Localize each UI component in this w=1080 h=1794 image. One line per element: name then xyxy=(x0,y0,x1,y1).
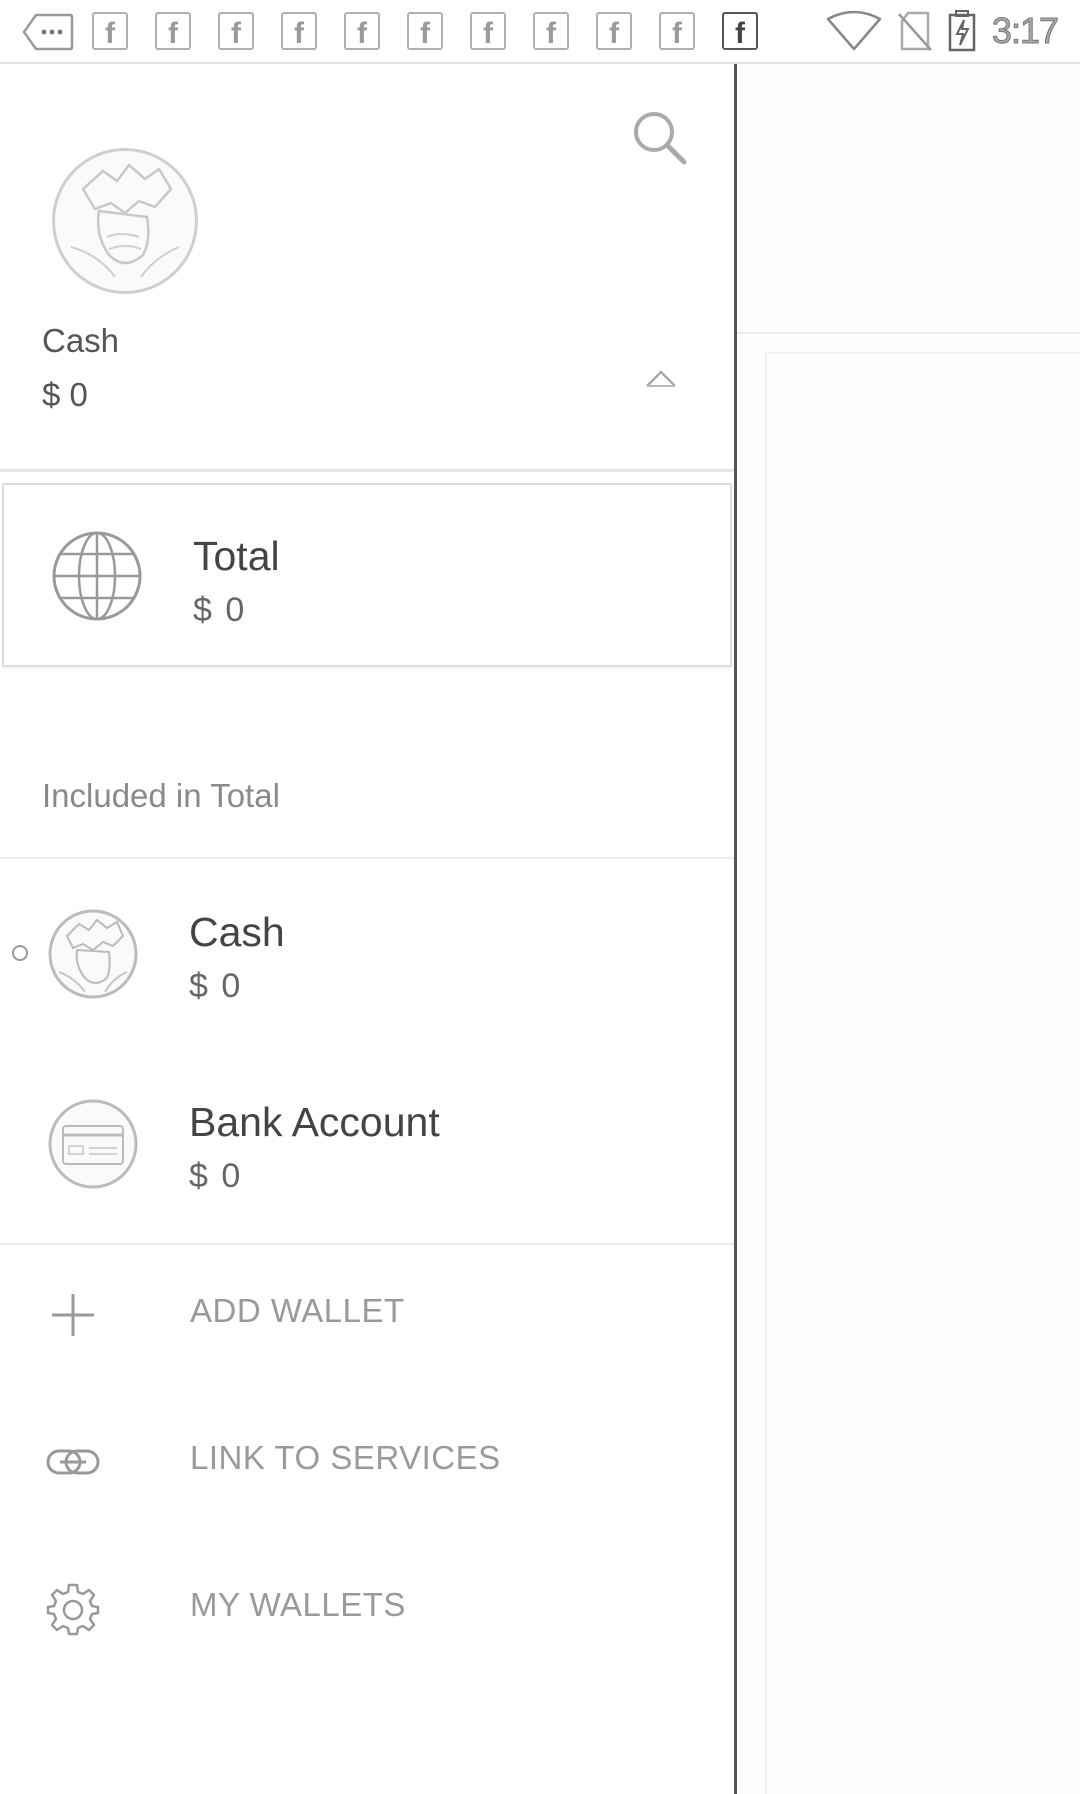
facebook-icon: f xyxy=(407,12,443,50)
wallet-name: Bank Account xyxy=(189,1099,440,1145)
search-icon[interactable] xyxy=(628,106,692,170)
battery-charging-icon xyxy=(948,10,976,52)
my-wallets-label: MY WALLETS xyxy=(190,1586,406,1623)
navigation-drawer: Cash $ 0 Total $ 0 Included in Total Cas… xyxy=(0,64,737,1794)
bank-card-icon xyxy=(48,1099,138,1189)
facebook-icon: f xyxy=(533,12,569,50)
screen: f f f f f f f f f f f 3:17 Cash $ 0 Tota… xyxy=(0,0,1080,1794)
facebook-icon: f xyxy=(722,12,758,50)
system-tray: 3:17 xyxy=(826,8,1060,54)
my-wallets-button[interactable]: MY WALLETS xyxy=(0,1548,734,1668)
facebook-icon: f xyxy=(281,12,317,50)
divider xyxy=(0,1243,734,1245)
more-icon xyxy=(22,13,74,51)
header-wallet-amount: $ 0 xyxy=(42,376,88,413)
status-bar: f f f f f f f f f f f 3:17 xyxy=(0,0,1080,64)
wallet-item-cash[interactable]: Cash $ 0 xyxy=(0,864,734,1044)
link-to-services-label: LINK TO SERVICES xyxy=(190,1439,501,1476)
globe-icon xyxy=(52,531,142,621)
total-wallet-card[interactable]: Total $ 0 xyxy=(2,483,732,667)
no-sim-icon xyxy=(897,11,932,51)
facebook-icon: f xyxy=(155,12,191,50)
background-content xyxy=(737,64,1080,1794)
cash-icon[interactable] xyxy=(52,148,198,294)
gear-icon xyxy=(46,1583,100,1636)
divider xyxy=(0,469,734,472)
chevron-up-icon[interactable] xyxy=(644,366,678,390)
add-wallet-label: ADD WALLET xyxy=(190,1292,405,1329)
add-wallet-button[interactable]: ADD WALLET xyxy=(0,1254,734,1374)
selected-indicator xyxy=(12,945,28,961)
total-amount: $ 0 xyxy=(193,591,247,629)
link-icon xyxy=(46,1449,100,1475)
facebook-icon: f xyxy=(659,12,695,50)
divider xyxy=(0,857,734,859)
plus-icon xyxy=(52,1294,94,1336)
facebook-icon: f xyxy=(344,12,380,50)
background-card xyxy=(765,352,1080,1794)
facebook-icon: f xyxy=(92,12,128,50)
total-title: Total xyxy=(193,533,280,579)
facebook-icon: f xyxy=(218,12,254,50)
section-label: Included in Total xyxy=(42,777,280,814)
wallet-name: Cash xyxy=(189,909,285,955)
wifi-icon xyxy=(826,11,882,51)
wallet-amount: $ 0 xyxy=(189,967,243,1005)
divider xyxy=(737,332,1080,334)
facebook-icon: f xyxy=(470,12,506,50)
status-time: 3:17 xyxy=(991,10,1059,52)
link-to-services-button[interactable]: LINK TO SERVICES xyxy=(0,1401,734,1521)
cash-icon xyxy=(48,909,138,999)
facebook-icon: f xyxy=(596,12,632,50)
wallet-item-bank-account[interactable]: Bank Account $ 0 xyxy=(0,1054,734,1234)
header-wallet-name: Cash xyxy=(42,322,120,359)
wallet-amount: $ 0 xyxy=(189,1157,243,1195)
